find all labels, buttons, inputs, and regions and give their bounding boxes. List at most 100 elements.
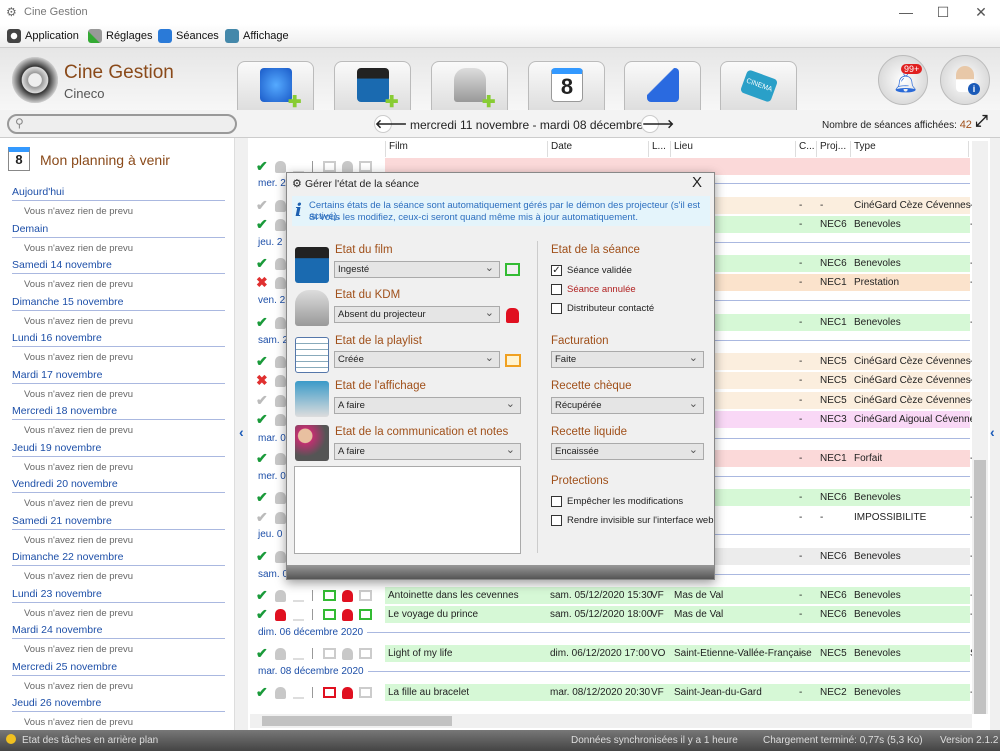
check-status-icon: ✔	[256, 255, 268, 271]
sidebar-day[interactable]: Jeudi 26 novembre	[12, 697, 225, 712]
table-row[interactable]: ✔ Le voyage du prince sam. 05/12/2020 18:…	[248, 605, 973, 624]
horizontal-scroll-thumb[interactable]	[262, 716, 452, 726]
notifications-button[interactable]: 🔔︎ 99+	[878, 55, 928, 105]
cell-proj: -	[820, 200, 824, 211]
dialog-close-button[interactable]: X	[692, 174, 702, 191]
checkbox-distributeur-contacte[interactable]: Distributeur contacté	[551, 303, 654, 314]
checkbox[interactable]	[551, 303, 562, 314]
kdm-state-select[interactable]: Absent du projecteur	[334, 306, 500, 323]
menu-label: Application	[25, 30, 79, 42]
red-lock-icon	[506, 308, 519, 323]
sidebar-day[interactable]: Dimanche 22 novembre	[12, 551, 225, 566]
search-input[interactable]: ⚲	[7, 114, 237, 134]
tasks-status-icon	[6, 734, 16, 744]
table-row[interactable]: ✔ Light of my life dim. 06/12/2020 17:00 V…	[248, 644, 977, 663]
recette-liquide-select[interactable]: Encaissée	[551, 443, 704, 460]
day-label: jeu. 0	[258, 529, 283, 540]
checkbox[interactable]: ✓	[551, 265, 562, 276]
sidebar-day[interactable]: Aujourd'hui	[12, 186, 225, 201]
recette-cheque-select[interactable]: Récupérée	[551, 397, 704, 414]
menu-application[interactable]: Application	[7, 29, 79, 43]
sidebar-day[interactable]: Samedi 14 novembre	[12, 259, 225, 274]
sidebar-day[interactable]: Lundi 23 novembre	[12, 588, 225, 603]
cell-c: -	[799, 590, 803, 601]
sidebar-day[interactable]: Mardi 17 novembre	[12, 369, 225, 384]
column-header[interactable]: C...	[795, 141, 815, 157]
communication-state-select[interactable]: A faire	[334, 443, 521, 460]
playlist-state-select[interactable]: Créée	[334, 351, 500, 368]
affichage-state-select[interactable]: A faire	[334, 397, 521, 414]
info-banner: i Certains états de la séance sont autom…	[292, 196, 710, 226]
column-header[interactable]: Film	[385, 141, 408, 157]
sidebar-day[interactable]: Vendredi 20 novembre	[12, 478, 225, 493]
checkbox[interactable]	[551, 515, 562, 526]
table-row[interactable]: ✔ La fille au bracelet mar. 08/12/2020 20…	[248, 683, 973, 702]
plus-icon: ✚	[482, 94, 496, 111]
menu-seances[interactable]: Séances	[158, 29, 219, 43]
tab-statistics[interactable]	[624, 61, 701, 111]
cell-type: CinéGard Cèze Cévennes	[854, 375, 971, 386]
collapse-left-icon[interactable]: ‹	[239, 424, 244, 440]
sidebar-day[interactable]: Jeudi 19 novembre	[12, 442, 225, 457]
column-header[interactable]: Lieu	[670, 141, 693, 157]
sidebar-day[interactable]: Mercredi 18 novembre	[12, 405, 225, 420]
menu-reglages[interactable]: Réglages	[88, 29, 152, 43]
checkbox[interactable]	[551, 284, 562, 295]
user-info-button[interactable]: i	[940, 55, 990, 105]
close-button[interactable]: ✕	[966, 4, 996, 21]
collapse-right-icon[interactable]: ‹	[990, 424, 995, 440]
column-header[interactable]: Proj...	[816, 141, 846, 157]
column-header[interactable]: Type	[850, 141, 876, 157]
cell-type: Benevoles	[854, 590, 901, 601]
sidebar-day[interactable]: Lundi 16 novembre	[12, 332, 225, 347]
cell-proj: NEC1	[820, 277, 847, 288]
menu-affichage[interactable]: Affichage	[225, 29, 289, 43]
separator	[312, 609, 313, 620]
kdm-lock-icon	[342, 590, 353, 602]
maximize-button[interactable]: ☐	[928, 4, 958, 21]
tab-new-seance[interactable]: ✚	[237, 61, 314, 111]
version: Version 2.1.2	[940, 735, 999, 746]
tab-cinema[interactable]: CINEMA	[720, 61, 797, 111]
poster-icon	[295, 381, 329, 417]
table-row[interactable]: ✔ Antoinette dans les cevennes sam. 05/12…	[248, 586, 973, 605]
playlist-state-icon	[359, 161, 372, 172]
facturation-select[interactable]: Faite	[551, 351, 704, 368]
checkbox-empecher-modifications[interactable]: Empêcher les modifications	[551, 496, 683, 507]
lock-icon	[275, 375, 286, 387]
tab-new-kdm[interactable]: ✚	[431, 61, 508, 111]
header: Cine Gestion Cineco ✚ ✚ ✚ 8 CINEMA 🔔︎ 99…	[0, 47, 1000, 111]
cell-date: dim. 06/12/2020 17:00	[550, 648, 650, 659]
column-header[interactable]: L...	[648, 141, 666, 157]
checkbox-invisible-web[interactable]: Rendre invisible sur l'interface web	[551, 515, 714, 526]
next-period-button[interactable]: 🡒	[641, 115, 674, 133]
lock-icon	[275, 200, 286, 212]
check-status-icon: ✔	[256, 450, 268, 466]
previous-period-button[interactable]: 🡐	[374, 115, 407, 133]
tab-new-film[interactable]: ✚	[334, 61, 411, 111]
sidebar-day[interactable]: Samedi 21 novembre	[12, 515, 225, 530]
sidebar-day[interactable]: Dimanche 15 novembre	[12, 296, 225, 311]
sidebar-day[interactable]: Demain	[12, 223, 225, 238]
tasks-status[interactable]: Etat des tâches en arrière plan	[22, 735, 158, 746]
film-state-select[interactable]: Ingesté	[334, 261, 500, 278]
checkbox-seance-validee[interactable]: ✓ Séance validée	[551, 265, 632, 276]
film-state-icon	[323, 648, 336, 659]
day-label: jeu. 2	[258, 237, 283, 248]
stats-chart-icon	[647, 68, 679, 102]
film-state-icon	[323, 590, 336, 601]
film-clapper-icon	[295, 247, 329, 283]
minimize-button[interactable]: —	[891, 4, 921, 20]
checkbox[interactable]	[551, 496, 562, 507]
column-header[interactable]: Date	[547, 141, 572, 157]
sidebar-day[interactable]: Mercredi 25 novembre	[12, 661, 225, 676]
fullscreen-icon[interactable]: ⤢	[975, 113, 988, 131]
vertical-scroll-thumb[interactable]	[974, 460, 986, 714]
tab-calendar[interactable]: 8	[528, 61, 605, 111]
cell-type: CinéGard Aigoual Cévennes	[854, 414, 981, 425]
kdm-lock-icon	[342, 609, 353, 621]
notes-textarea[interactable]	[294, 466, 521, 554]
lock-icon	[275, 219, 286, 231]
checkbox-seance-annulee[interactable]: Séance annulée	[551, 284, 636, 295]
sidebar-day[interactable]: Mardi 24 novembre	[12, 624, 225, 639]
